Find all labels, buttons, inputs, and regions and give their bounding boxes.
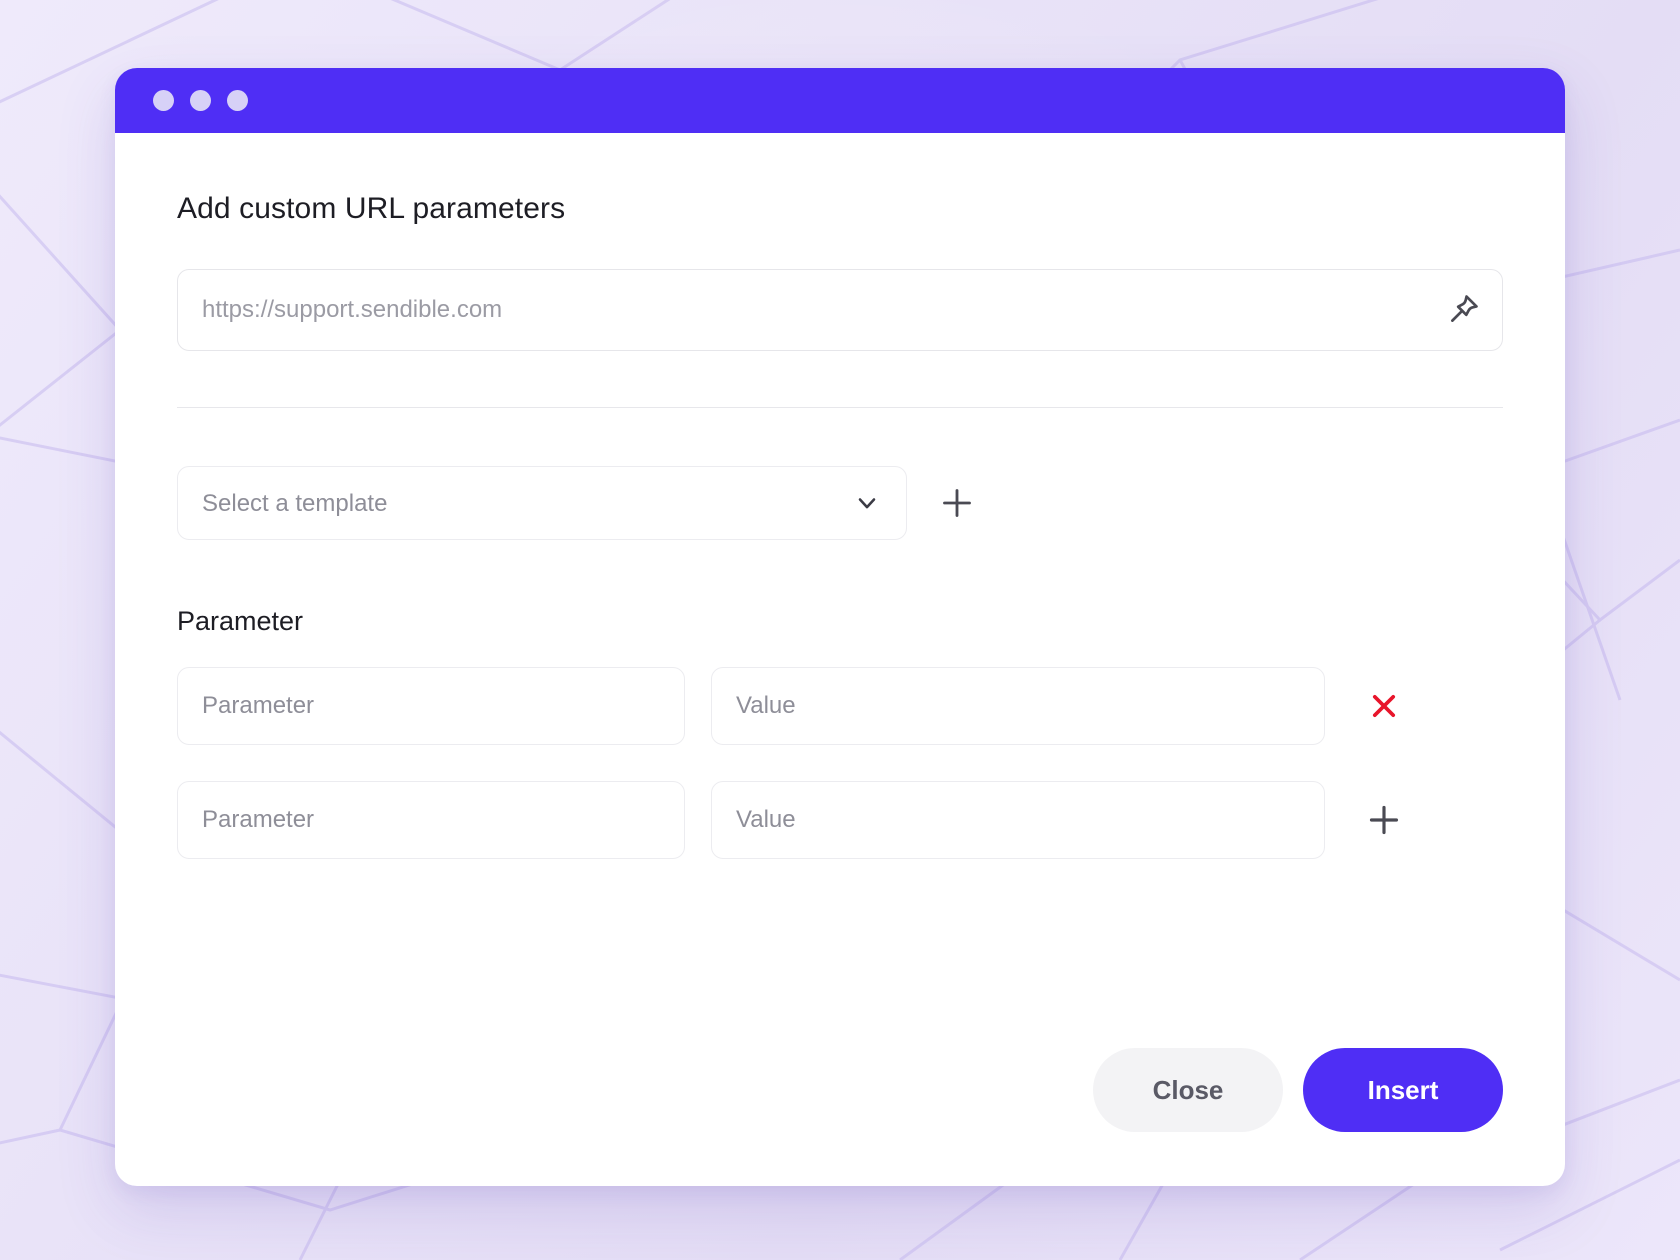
parameter-row-action-2 <box>1351 796 1417 844</box>
template-row: Select a template <box>177 466 1503 540</box>
pin-icon <box>1451 295 1478 322</box>
dialog-body: Add custom URL parameters https://suppor… <box>115 133 1565 1186</box>
page-root: Add custom URL parameters https://suppor… <box>0 0 1680 1260</box>
remove-parameter-button[interactable] <box>1360 682 1408 730</box>
url-section: Add custom URL parameters <box>115 133 1565 408</box>
parameter-value-input-1[interactable] <box>711 667 1325 745</box>
close-x-icon <box>1372 694 1396 718</box>
insert-button[interactable]: Insert <box>1303 1048 1503 1132</box>
dialog-footer: Close Insert <box>115 1048 1565 1186</box>
traffic-light-dots <box>153 90 248 111</box>
url-input[interactable] <box>177 269 1503 351</box>
close-button[interactable]: Close <box>1093 1048 1283 1132</box>
dialog-window: Add custom URL parameters https://suppor… <box>115 68 1565 1186</box>
template-select[interactable]: Select a template <box>177 466 907 540</box>
parameter-name-input-2[interactable] <box>177 781 685 859</box>
window-dot-maximize[interactable] <box>227 90 248 111</box>
window-title-bar <box>115 68 1565 133</box>
pin-button[interactable] <box>1437 284 1489 336</box>
parameter-row-action-1 <box>1351 682 1417 730</box>
parameter-section-label: Parameter <box>177 606 304 636</box>
plus-icon <box>1369 805 1399 835</box>
dialog-title: Add custom URL parameters <box>177 192 566 225</box>
add-template-button[interactable] <box>933 479 981 527</box>
add-parameter-button[interactable] <box>1360 796 1408 844</box>
parameter-name-input-1[interactable] <box>177 667 685 745</box>
url-field-row <box>177 269 1503 351</box>
parameter-value-input-2[interactable] <box>711 781 1325 859</box>
plus-icon <box>943 489 971 517</box>
window-dot-close[interactable] <box>153 90 174 111</box>
window-dot-minimize[interactable] <box>190 90 211 111</box>
template-select-wrap: Select a template <box>177 466 907 540</box>
parameter-row <box>177 667 1503 745</box>
parameters-section: Select a template Parameter Parameter Va… <box>115 408 1565 859</box>
parameter-row <box>177 781 1503 859</box>
